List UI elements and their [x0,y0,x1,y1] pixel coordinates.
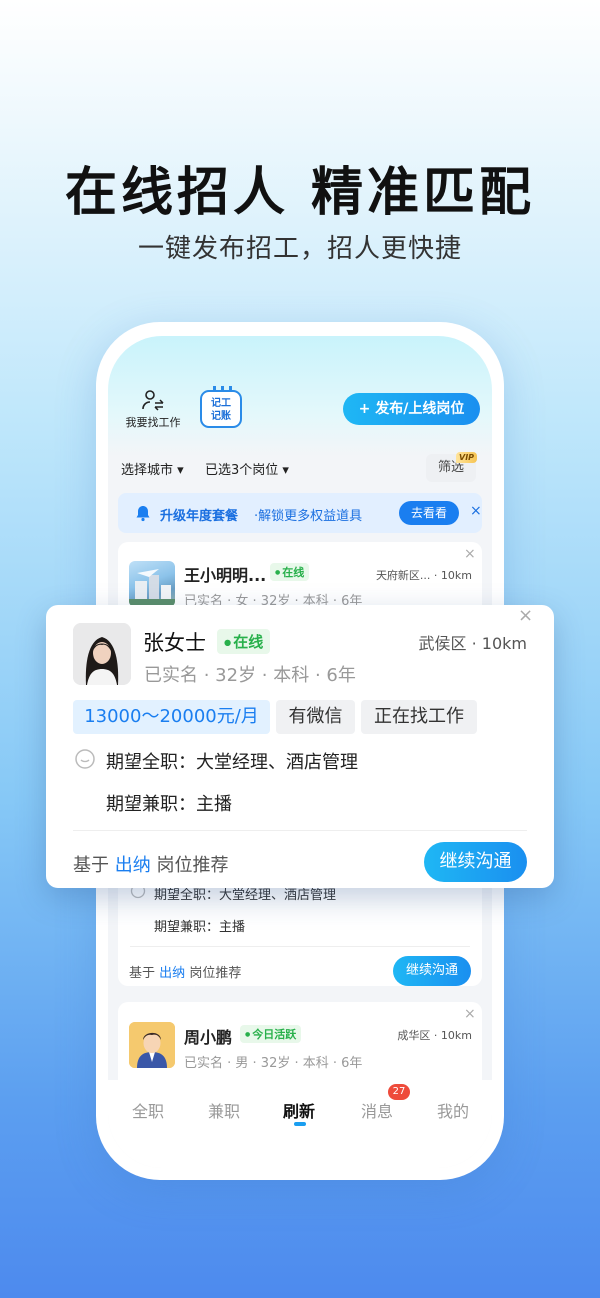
tab-refresh[interactable]: 刷新 [283,1098,315,1122]
ledger-line2: 记账 [211,411,231,422]
avatar [73,623,131,685]
candidate-location: 武侯区 · 10km [418,634,527,653]
bell-icon [134,504,152,522]
close-icon[interactable]: × [518,605,533,626]
ledger-line1: 记工 [211,398,231,409]
active-tab-indicator [294,1122,306,1126]
candidate-name: 张女士 [143,631,206,655]
banner-go-button[interactable]: 去看看 [399,501,459,525]
find-work-button[interactable]: 我要找工作 [122,388,184,430]
headline: 在线招人 精准匹配 [64,163,536,223]
tab-mine[interactable]: 我的 [437,1098,469,1122]
recommend-role-link[interactable]: 出纳 [115,855,151,876]
publish-position-button[interactable]: + 发布/上线岗位 [343,393,480,425]
status-badge: 在线 [270,563,310,581]
expected-part-time: 期望兼职：主播 [106,794,232,815]
expected-full-time: 期望全职：大堂经理、酒店管理 [106,752,358,773]
avatar [129,561,175,607]
vip-badge: VIP [456,452,478,463]
upgrade-banner[interactable]: 升级年度套餐 ·解锁更多权益道具 去看看 × [118,493,482,533]
find-work-label: 我要找工作 [125,416,181,429]
recommend-suffix: 岗位推荐 [189,966,242,981]
tab-part-time[interactable]: 兼职 [208,1098,240,1122]
candidate-location: 成华区 · 10km [397,1029,472,1042]
continue-chat-button[interactable]: 继续沟通 [424,842,527,882]
expected-part-time: 期望兼职：主播 [154,920,246,935]
status-badge: 在线 [217,629,271,654]
wechat-tag: 有微信 [276,700,355,734]
featured-candidate-card[interactable]: 张女士 在线 武侯区 · 10km 已实名 · 32岁 · 本科 · 6年 × … [46,605,554,888]
candidate-name: 周小鹏 [184,1028,233,1047]
candidate-location: 天府新区... · 10km [375,569,472,582]
recommend-prefix: 基于 [129,966,156,981]
banner-desc: ·解锁更多权益道具 [254,509,363,524]
candidate-meta: 已实名 · 男 · 32岁 · 本科 · 6年 [184,1056,363,1071]
status-badge: 今日活跃 [240,1025,302,1043]
tab-messages[interactable]: 消息 [361,1098,393,1122]
candidate-meta: 已实名 · 32岁 · 本科 · 6年 [144,665,356,686]
candidate-name: 王小明明... [184,566,267,585]
recommend-text: 基于 出纳 岗位推荐 [129,962,241,981]
recommend-prefix: 基于 [73,855,109,876]
tab-full-time[interactable]: 全职 [132,1098,164,1122]
subline: 一键发布招工，招人更快捷 [137,234,462,264]
person-switch-icon [141,388,165,412]
close-icon[interactable]: × [464,1006,476,1022]
top-bar: 我要找工作 记工 记账 + 发布/上线岗位 [108,336,492,446]
close-icon[interactable]: × [464,546,476,562]
recommend-role-link[interactable]: 出纳 [159,966,185,981]
message-count-badge: 27 [388,1084,410,1100]
banner-title: 升级年度套餐 [160,509,239,524]
banner-close-icon[interactable]: × [470,503,482,519]
divider [73,830,527,831]
continue-chat-button[interactable]: 继续沟通 [393,956,471,986]
salary-tag: 13000～20000元/月 [73,700,270,734]
select-city-dropdown[interactable]: 选择城市 ▾ [121,459,184,478]
selected-positions-dropdown[interactable]: 已选3个岗位 ▾ [205,459,289,478]
recommend-suffix: 岗位推荐 [156,855,229,876]
bottom-tab-bar: 全职 兼职 刷新 消息 27 我的 [108,1080,492,1168]
job-seeking-tag: 正在找工作 [361,700,477,734]
divider [130,946,470,947]
avatar [129,1022,175,1068]
recommend-text: 基于 出纳 岗位推荐 [73,851,228,877]
filter-bar: 选择城市 ▾ 已选3个岗位 ▾ 筛选 VIP [108,446,492,490]
ledger-icon[interactable]: 记工 记账 [200,386,242,428]
heart-icon [74,748,96,774]
